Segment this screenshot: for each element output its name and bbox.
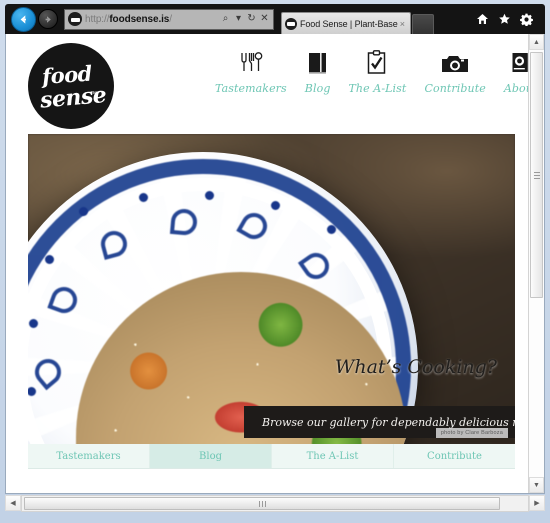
scroll-down-button[interactable]: ▼ <box>529 477 544 493</box>
tab-favicon-icon <box>285 17 297 30</box>
main-navigation: Tastemakers Blog The A-List Contribute A… <box>206 47 528 95</box>
back-arrow-icon <box>20 14 26 24</box>
url-domain: foodsense.is <box>109 13 170 25</box>
star-icon[interactable] <box>498 13 511 25</box>
address-bar[interactable]: http://foodsense.is/ ⌕ ▾ ↻ ✕ <box>64 8 274 30</box>
clipboard-check-icon <box>366 47 388 75</box>
scroll-left-button[interactable]: ◀ <box>5 495 21 511</box>
nav-item-contribute[interactable]: Contribute <box>415 47 494 95</box>
book-icon <box>307 47 329 75</box>
url-path: / <box>169 13 172 25</box>
horizontal-scroll-track[interactable] <box>21 495 529 512</box>
close-icon[interactable]: × <box>398 19 407 29</box>
utensils-icon <box>238 47 264 75</box>
tab-title: Food Sense | Plant-Based E... <box>300 18 398 29</box>
new-tab-button[interactable] <box>412 14 434 34</box>
nav-label-tastemakers: Tastemakers <box>215 82 287 95</box>
hero-heading: What’s Cooking? <box>334 356 497 378</box>
site-favicon-icon <box>68 12 82 26</box>
forward-arrow-icon <box>45 15 51 23</box>
hero-caption-text: Browse our gallery for dependably delici… <box>262 415 515 429</box>
browser-window: http://foodsense.is/ ⌕ ▾ ↻ ✕ Food Sense … <box>0 0 550 523</box>
site-header: food sense ™ Tastemakers Blog The A-List… <box>6 34 528 134</box>
nav-label-the-a-list: The A-List <box>348 82 407 95</box>
stop-icon[interactable]: ✕ <box>258 14 271 24</box>
url-text: http://foodsense.is/ <box>85 14 219 25</box>
nav-label-blog: Blog <box>304 82 331 95</box>
section-tab-the-a-list[interactable]: The A-List <box>272 444 394 468</box>
browser-tab[interactable]: Food Sense | Plant-Based E... × <box>281 12 411 34</box>
search-icon[interactable]: ⌕ <box>219 14 232 24</box>
scroll-right-button[interactable]: ▶ <box>529 495 545 511</box>
gear-icon[interactable] <box>520 13 533 26</box>
nav-label-contribute: Contribute <box>424 82 486 95</box>
scroll-grip-icon <box>258 500 266 507</box>
booklet-clock-icon <box>511 47 528 75</box>
section-tab-bar: Tastemakers Blog The A-List Contribute <box>28 444 515 469</box>
nav-item-about[interactable]: About <box>495 47 528 95</box>
camera-icon <box>441 47 469 75</box>
nav-label-about: About <box>503 82 528 95</box>
section-tab-blog[interactable]: Blog <box>150 444 272 468</box>
vertical-scroll-thumb[interactable] <box>530 52 543 298</box>
url-protocol: http:// <box>85 13 110 25</box>
back-button[interactable] <box>11 6 36 32</box>
hero-image[interactable]: What’s Cooking? Browse our gallery for d… <box>28 134 515 444</box>
nav-item-tastemakers[interactable]: Tastemakers <box>206 47 296 95</box>
web-page-content: food sense ™ Tastemakers Blog The A-List… <box>6 34 528 493</box>
chrome-toolbar-right <box>476 13 541 26</box>
home-icon[interactable] <box>476 13 489 25</box>
dropdown-icon[interactable]: ▾ <box>232 14 245 24</box>
vertical-scrollbar[interactable]: ▲ ▼ <box>528 34 544 493</box>
section-tab-contribute[interactable]: Contribute <box>394 444 515 468</box>
photo-credit: photo by Clare Barboza <box>435 428 508 438</box>
site-logo[interactable]: food sense ™ <box>28 43 114 129</box>
refresh-icon[interactable]: ↻ <box>245 14 258 24</box>
section-tab-tastemakers[interactable]: Tastemakers <box>28 444 150 468</box>
nav-item-the-a-list[interactable]: The A-List <box>339 47 415 95</box>
scroll-grip-icon <box>533 171 540 179</box>
forward-button[interactable] <box>38 9 58 29</box>
scroll-up-button[interactable]: ▲ <box>529 34 544 50</box>
vertical-scroll-track[interactable] <box>529 50 544 477</box>
nav-item-blog[interactable]: Blog <box>296 47 340 95</box>
browser-chrome-bar: http://foodsense.is/ ⌕ ▾ ↻ ✕ Food Sense … <box>5 4 545 34</box>
horizontal-scroll-thumb[interactable] <box>24 497 500 510</box>
horizontal-scrollbar[interactable]: ◀ ▶ <box>5 495 545 512</box>
page-viewport: food sense ™ Tastemakers Blog The A-List… <box>5 34 545 494</box>
trademark-symbol: ™ <box>90 91 97 98</box>
